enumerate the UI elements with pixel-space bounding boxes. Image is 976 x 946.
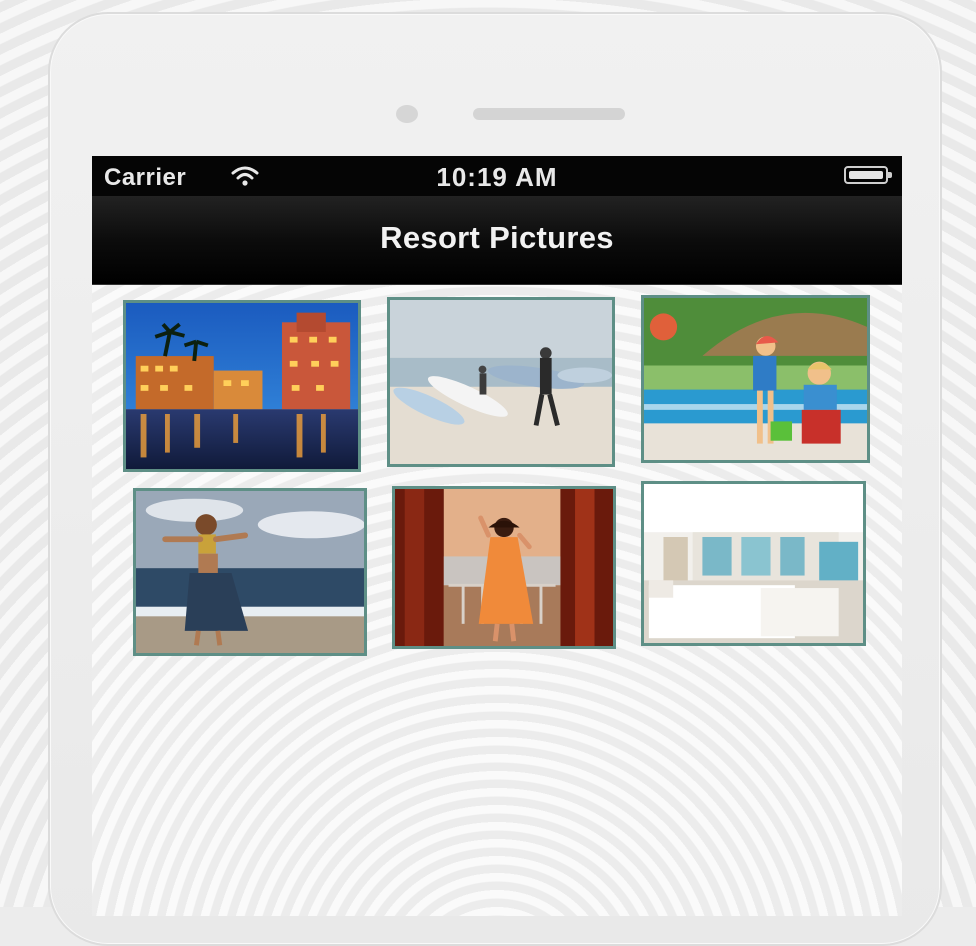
hotel-bedroom-photo[interactable] bbox=[641, 481, 866, 646]
clock: 10:19 AM bbox=[436, 162, 558, 192]
status-bar: Carrier 10:19 AM bbox=[92, 156, 902, 196]
children-pool-photo[interactable] bbox=[641, 295, 870, 463]
navigation-bar: Resort Pictures bbox=[92, 196, 902, 285]
camera-icon bbox=[396, 105, 418, 123]
resort-night-photo[interactable] bbox=[123, 300, 361, 472]
woman-balcony-photo[interactable] bbox=[392, 486, 616, 649]
battery-icon bbox=[844, 166, 892, 184]
page-title: Resort Pictures bbox=[380, 220, 614, 255]
hula-dancer-beach-photo[interactable] bbox=[133, 488, 367, 656]
surfers-beach-photo[interactable] bbox=[387, 297, 615, 467]
speaker-grille bbox=[473, 108, 625, 120]
